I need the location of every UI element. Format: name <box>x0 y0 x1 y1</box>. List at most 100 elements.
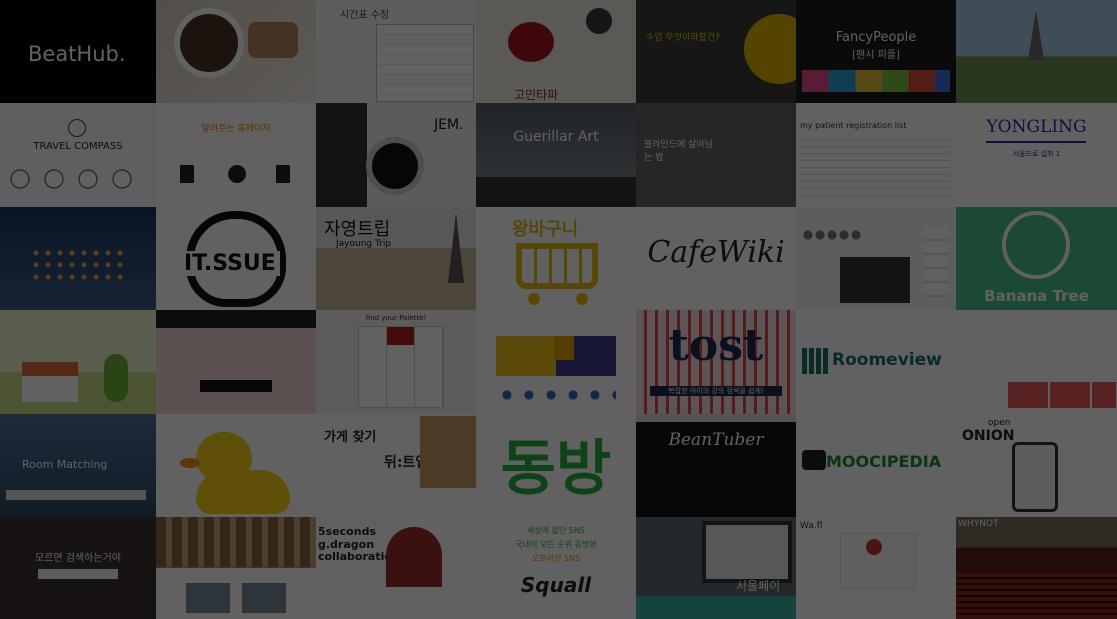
tile-schedule[interactable]: 시간표 수정 <box>316 0 476 103</box>
tile-cafe-photo[interactable] <box>156 0 316 103</box>
house-icon <box>22 362 78 402</box>
palm-tree-icon <box>1002 211 1070 279</box>
schedule-table <box>376 24 474 102</box>
tile-itssue[interactable]: IT.SSUE <box>156 207 316 310</box>
tile-dongbang[interactable]: 동방 <box>476 414 636 517</box>
tile-beathub-title: BeatHub. <box>28 42 126 66</box>
duck-beak <box>180 458 200 468</box>
tile-fancypeople-title: FancyPeople <box>835 30 917 45</box>
tile-travel-compass[interactable]: TRAVEL COMPASS <box>0 103 156 207</box>
circle-icons-row <box>10 169 146 189</box>
tile-fancypeople-sub: [팬시 피플] <box>852 50 900 61</box>
tile-gdragon[interactable]: 5seconds g.dragon collaboration <box>316 517 476 619</box>
poster-icons <box>496 386 616 404</box>
tile-beantuber-title: BeanTuber <box>668 430 764 450</box>
red-cell <box>387 327 414 345</box>
tile-search-dark[interactable]: 모르면 검색하는거야 <box>0 517 156 619</box>
tile-onion-title: ONION <box>962 428 1015 444</box>
tile-dashboard[interactable] <box>796 207 956 310</box>
wax-seal-icon <box>508 22 554 62</box>
tile-fancypeople[interactable]: FancyPeople [팬시 피플] <box>796 0 956 103</box>
eiffel-tower-icon <box>1028 10 1044 60</box>
tile-beantuber[interactable]: BeanTuber <box>636 414 796 517</box>
tile-tost-title: tost <box>668 320 764 371</box>
search-bar[interactable] <box>6 490 146 500</box>
tile-whynot[interactable]: WHYNOT <box>956 517 1117 619</box>
tile-yongling[interactable]: YONGLING 서울드로 섭취 1 <box>956 103 1117 207</box>
tile-cafewiki[interactable]: CafeWiki <box>636 207 796 310</box>
dashboard-image <box>840 257 910 303</box>
tile-workshop-title: 블라인드에 살아남는 법 <box>644 140 714 163</box>
tile-question-title: 수업 무엇이라할건? <box>646 33 720 43</box>
yellow-circle-icon <box>744 14 796 84</box>
tile-paris-park[interactable] <box>956 0 1117 103</box>
tile-cart[interactable]: 왕바구니 <box>476 207 636 310</box>
tile-tost[interactable]: tost 복잡한 아이의 강의 검색을 쉽게! <box>636 310 796 414</box>
tile-grid-menu[interactable]: find your Palette! <box>316 310 476 414</box>
tile-store-find[interactable]: 가게 찾기 뒤:트임 <box>316 414 476 517</box>
trophy-icon <box>276 165 290 183</box>
building-photo-2 <box>242 583 286 613</box>
tile-dongbang-title: 동방 <box>500 434 612 504</box>
tile-jayoung-title: 자영트립 <box>324 219 391 240</box>
tile-laptop[interactable]: 서울페이 <box>636 517 796 619</box>
tile-squall[interactable]: 세상에 없던 SNS 국내의 모든 순위 동방형 오프라인 SNS Squall <box>476 517 636 619</box>
tile-patient-title: my patient registration list <box>800 121 907 130</box>
go-stones-icon <box>372 143 418 189</box>
tile-jayoung-trip[interactable]: 자영트립 Jayoung Trip <box>316 207 476 310</box>
cow-icon <box>802 450 826 470</box>
tile-question[interactable]: 수업 무엇이라할건? <box>636 0 796 103</box>
tile-palette[interactable] <box>156 310 316 414</box>
thumbnail-grid: BeatHub. 시간표 수정 고민타파 수업 무엇이라할건? FancyPeo… <box>0 0 1117 619</box>
tile-guerillar-title: Guerillar Art <box>513 129 599 145</box>
tile-yongling-title: YONGLING <box>986 117 1087 137</box>
compass-icon <box>68 119 86 137</box>
tile-cart-title: 왕바구니 <box>512 219 579 240</box>
poster-number <box>554 336 574 360</box>
tile-patient-list[interactable]: my patient registration list <box>796 103 956 207</box>
tile-jem-title: JEM. <box>434 117 464 133</box>
squall-line-1: 세상에 없던 SNS <box>526 526 586 535</box>
pink-card-1 <box>1008 382 1048 408</box>
tile-open-onion[interactable]: open ONION <box>956 414 1117 517</box>
tile-whynot-title: WHYNOT <box>958 519 999 529</box>
tile-banana-tree[interactable]: Banana Tree <box>956 207 1117 310</box>
pastry-icon <box>248 22 298 58</box>
tile-roomeview[interactable]: Roomeview <box>796 310 956 414</box>
phone-icon <box>1012 442 1058 512</box>
tile-guerillar-art[interactable]: Guerillar Art <box>476 103 636 207</box>
shopping-cart-icon <box>516 243 598 289</box>
tile-house[interactable] <box>0 310 156 414</box>
tile-roomeview-title: Roomeview <box>832 350 942 370</box>
eiffel-tower-icon <box>448 213 464 283</box>
avatar-row <box>802 229 862 241</box>
patient-table <box>800 133 950 199</box>
people-icon <box>228 165 246 183</box>
tile-moocipedia[interactable]: MOOCIPEDIA <box>796 414 956 517</box>
side-toggles <box>924 227 948 297</box>
tile-room-matching-title: Room Matching <box>22 458 108 471</box>
tile-jem[interactable]: JEM. <box>316 103 476 207</box>
tile-wax-seal-title: 고민타파 <box>514 88 559 102</box>
tile-beathub[interactable]: BeatHub. <box>0 0 156 103</box>
tile-workshop[interactable]: 블라인드에 살아남는 법 <box>636 103 796 207</box>
stamp-handle-icon <box>586 8 612 34</box>
tile-books[interactable] <box>156 517 316 619</box>
tile-wax-seal[interactable]: 고민타파 <box>476 0 636 103</box>
tree-icon <box>104 354 128 402</box>
tile-moocipedia-title: MOOCIPEDIA <box>826 452 942 471</box>
tile-duck[interactable] <box>156 414 316 517</box>
tile-wafl[interactable]: Wa.fl <box>796 517 956 619</box>
tile-pink-cards[interactable] <box>956 310 1117 414</box>
tile-event-poster[interactable] <box>476 310 636 414</box>
building-photo-1 <box>186 583 230 613</box>
thumbnail-strip <box>802 70 950 92</box>
tile-gdragon-title: 5seconds <box>318 525 376 538</box>
tile-travel-compass-title: TRAVEL COMPASS <box>33 141 123 152</box>
wheel-right-icon <box>576 293 588 305</box>
tile-orange-icons[interactable]: 알려주는 홈페이지 <box>156 103 316 207</box>
tile-room-matching[interactable]: Room Matching <box>0 414 156 517</box>
bookshelf <box>156 517 316 567</box>
tile-night-street[interactable] <box>0 207 156 310</box>
search-input[interactable] <box>38 569 118 579</box>
